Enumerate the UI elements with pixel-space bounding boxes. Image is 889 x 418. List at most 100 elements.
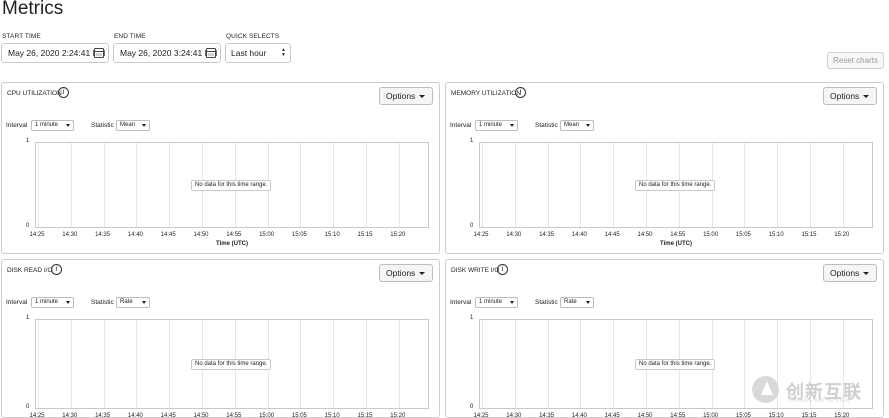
disk-read-i-o-panel: DISK READ I/O i Options Interval 1 minute Sta…: [1, 259, 440, 418]
statistic-value: Mean: [120, 122, 136, 128]
y-tick-label: 0: [470, 223, 474, 229]
statistic-select[interactable]: Rate: [116, 297, 150, 308]
quick-select-dropdown[interactable]: Last hour ▲ ▼: [225, 43, 291, 63]
x-tick-label: 14:35: [539, 232, 555, 238]
x-tick-label: 14:45: [160, 413, 176, 418]
watermark-logo: 创新互联 CHUANG XIN HU LIAN: [746, 372, 886, 406]
grid-line: [842, 143, 844, 227]
x-tick-label: 14:50: [193, 413, 209, 418]
triangle-down-icon: [66, 124, 70, 127]
reset-charts-button[interactable]: Reset charts: [827, 52, 884, 69]
y-tick-label: 1: [26, 138, 30, 144]
x-axis-title: Time (UTC): [216, 241, 248, 247]
x-tick-label: 15:20: [834, 232, 850, 238]
x-tick-label: 15:05: [291, 413, 307, 418]
end-time-label: END TIME: [114, 33, 146, 40]
x-tick-label: 14:50: [637, 413, 653, 418]
options-button[interactable]: Options: [823, 87, 877, 105]
interval-select[interactable]: 1 minute: [475, 120, 518, 131]
x-tick-label: 15:15: [801, 232, 817, 238]
x-tick-label: 14:40: [571, 232, 587, 238]
up-down-arrows-icon: ▲ ▼: [281, 47, 286, 58]
y-tick-label: 1: [470, 138, 474, 144]
y-tick-label: 0: [26, 404, 30, 410]
watermark-subtext: CHUANG XIN HU LIAN: [788, 398, 850, 404]
triangle-down-icon: [419, 95, 425, 98]
x-tick-label: 15:05: [291, 232, 307, 238]
x-tick-label: 14:45: [160, 232, 176, 238]
x-tick-label: 15:15: [357, 413, 373, 418]
x-tick-label: 15:20: [390, 232, 406, 238]
x-tick-label: 15:15: [357, 232, 373, 238]
grid-line: [136, 320, 138, 408]
grid-line: [333, 320, 335, 408]
grid-line: [613, 143, 615, 227]
options-button[interactable]: Options: [823, 264, 877, 282]
x-tick-label: 15:10: [324, 413, 340, 418]
statistic-select[interactable]: Rate: [560, 297, 594, 308]
x-tick-label: 15:00: [259, 413, 275, 418]
quick-selects-label: QUICK SELECTS: [226, 33, 280, 40]
grid-line: [366, 143, 367, 227]
statistic-select[interactable]: Mean: [116, 120, 150, 131]
x-tick-label: 15:00: [703, 232, 719, 238]
x-tick-label: 14:30: [506, 232, 522, 238]
x-tick-label: 14:45: [604, 232, 620, 238]
grid-line: [333, 143, 335, 227]
grid-line: [300, 320, 302, 408]
panel-title: MEMORY UTILIZATION: [451, 90, 522, 97]
options-button[interactable]: Options: [379, 264, 433, 282]
y-tick-label: 0: [26, 223, 30, 229]
x-tick-label: 15:10: [768, 232, 784, 238]
interval-label: Interval: [6, 299, 28, 306]
x-tick-label: 14:30: [506, 413, 522, 418]
x-tick-label: 15:05: [735, 413, 751, 418]
interval-select[interactable]: 1 minute: [31, 120, 74, 131]
grid-line: [810, 143, 811, 227]
x-tick-label: 15:00: [703, 413, 719, 418]
panel-title: DISK WRITE I/O: [451, 267, 500, 274]
panel-title: CPU UTILIZATION: [7, 90, 62, 97]
x-tick-label: 14:25: [473, 413, 489, 418]
statistic-label: Statistic: [535, 122, 558, 129]
grid-line: [300, 143, 302, 227]
interval-select[interactable]: 1 minute: [475, 297, 518, 308]
end-time-input[interactable]: May 26, 2020 3:24:41 PM: [113, 43, 221, 63]
info-icon[interactable]: i: [58, 87, 69, 98]
x-tick-label: 14:50: [637, 232, 653, 238]
panel-title: DISK READ I/O: [7, 267, 53, 274]
info-icon[interactable]: i: [497, 264, 508, 275]
statistic-value: Mean: [564, 122, 580, 128]
grid-line: [103, 320, 105, 408]
grid-line: [70, 143, 72, 227]
grid-line: [169, 320, 171, 408]
x-tick-label: 15:05: [735, 232, 751, 238]
start-time-input[interactable]: May 26, 2020 2:24:41 PM: [1, 43, 109, 63]
interval-select[interactable]: 1 minute: [31, 297, 74, 308]
x-tick-label: 15:15: [801, 413, 817, 418]
grid-line: [398, 320, 400, 408]
grid-line: [514, 143, 516, 227]
grid-line: [169, 143, 171, 227]
y-tick-label: 0: [470, 404, 474, 410]
no-data-message: No data for this time range.: [635, 359, 716, 370]
calendar-icon[interactable]: [94, 48, 104, 58]
no-data-message: No data for this time range.: [191, 180, 272, 191]
info-icon[interactable]: i: [51, 264, 62, 275]
calendar-icon[interactable]: [206, 48, 216, 58]
triangle-down-icon: [510, 301, 514, 304]
options-button[interactable]: Options: [379, 87, 433, 105]
grid-line: [482, 320, 483, 408]
x-tick-label: 15:00: [259, 232, 275, 238]
options-label: Options: [830, 91, 860, 101]
grid-line: [366, 320, 367, 408]
statistic-select[interactable]: Mean: [560, 120, 594, 131]
grid-line: [744, 143, 746, 227]
end-time-value: May 26, 2020 3:24:41 PM: [120, 48, 218, 58]
grid-line: [580, 143, 582, 227]
grid-line: [38, 143, 39, 227]
info-icon[interactable]: i: [515, 87, 526, 98]
no-data-message: No data for this time range.: [191, 359, 272, 370]
grid-line: [547, 320, 549, 408]
triangle-down-icon: [510, 124, 514, 127]
